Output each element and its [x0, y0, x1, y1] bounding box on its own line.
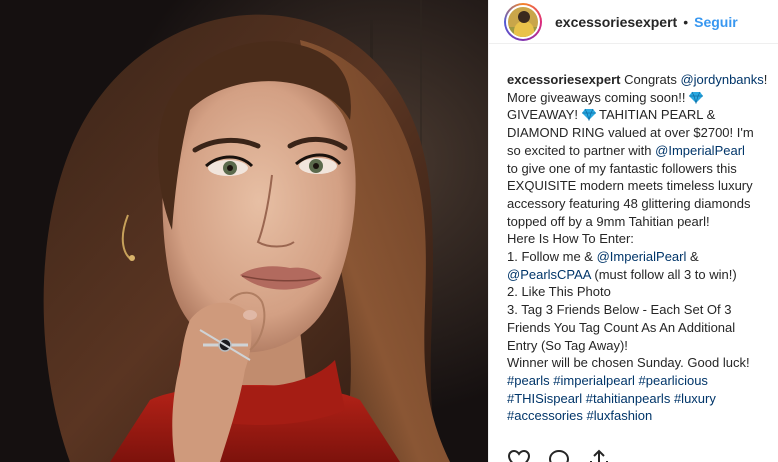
instagram-post-window: excessoriesexpert • Seguir excessoriesex… — [0, 0, 778, 462]
caption-line: 2. Like This Photo — [507, 284, 611, 300]
hashtag-link[interactable]: #luxury — [674, 391, 716, 406]
hashtag-link[interactable]: #pearls — [507, 373, 550, 388]
portrait-image — [0, 0, 488, 462]
follow-button[interactable]: Seguir — [694, 14, 738, 30]
caption-line: Here Is How To Enter: — [507, 231, 634, 247]
caption-line: 3. Tag 3 Friends Below - Each Set Of 3 — [507, 302, 732, 318]
hashtag-link[interactable]: #luxfashion — [587, 408, 653, 423]
separator-dot: • — [683, 13, 689, 30]
caption-text: Congrats — [620, 72, 681, 87]
mention-jordynbanks[interactable]: @jordynbanks — [680, 72, 763, 87]
caption-line: to give one of my fantastic followers th… — [507, 160, 737, 176]
hashtag-line: #accessories #luxfashion — [507, 407, 773, 425]
caption-line: accessory featuring 48 glittering diamon… — [507, 195, 751, 211]
caption-username-link[interactable]: excessoriesexpert — [507, 72, 620, 87]
heart-icon[interactable] — [507, 448, 531, 462]
caption-text: 1. Follow me & — [507, 249, 597, 265]
avatar-image — [506, 4, 540, 39]
caption-line: 1. Follow me & @ImperialPearl & — [507, 248, 773, 266]
hashtag-link[interactable]: #THISispearl — [507, 391, 582, 406]
caption-line: Entry (So Tag Away)! — [507, 337, 628, 353]
caption-text: so excited to partner with — [507, 142, 656, 158]
caption-text: ! — [763, 72, 768, 87]
mention-imperialpearl[interactable]: @ImperialPearl — [597, 249, 687, 264]
post-details-panel: excessoriesexpert • Seguir excessoriesex… — [488, 0, 778, 462]
caption-line: Winner will be chosen Sunday. Good luck! — [507, 355, 750, 371]
caption-line: excessoriesexpert Congrats @jordynbanks! — [507, 71, 773, 89]
share-icon[interactable] — [587, 448, 611, 462]
caption-text: GIVEAWAY! — [507, 107, 582, 123]
post-actions — [507, 448, 611, 462]
caption-line: GIVEAWAY! TAHITIAN PEARL & — [507, 106, 773, 124]
comment-icon[interactable] — [547, 448, 571, 462]
mention-pearlscpaa[interactable]: @PearlsCPAA — [507, 267, 591, 282]
caption-line: More giveaways coming soon!! — [507, 89, 773, 107]
caption-line: DIAMOND RING valued at over $2700! I'm — [507, 125, 754, 141]
post-username-link[interactable]: excessoriesexpert — [555, 14, 677, 30]
hashtag-link[interactable]: #accessories — [507, 408, 583, 423]
avatar[interactable] — [504, 2, 542, 41]
caption-text: More giveaways coming soon!! — [507, 89, 690, 105]
hashtag-link[interactable]: #imperialpearl — [553, 373, 635, 388]
caption-line: topped off by a 9mm Tahitian pearl! — [507, 213, 710, 229]
post-caption: excessoriesexpert Congrats @jordynbanks!… — [507, 71, 773, 425]
hashtag-line: #pearls #imperialpearl #pearlicious — [507, 372, 773, 390]
post-photo[interactable] — [0, 0, 488, 462]
hashtag-line: #THISispearl #tahitianpearls #luxury — [507, 390, 773, 408]
gem-stone-icon — [581, 109, 596, 122]
caption-text: TAHITIAN PEARL & — [595, 107, 716, 123]
caption-line: Friends You Tag Count As An Additional — [507, 319, 736, 335]
caption-line: @PearlsCPAA (must follow all 3 to win!) — [507, 266, 773, 284]
post-header: excessoriesexpert • Seguir — [489, 0, 778, 44]
hashtag-link[interactable]: #pearlicious — [639, 373, 708, 388]
hashtag-link[interactable]: #tahitianpearls — [586, 391, 671, 406]
caption-text: & — [686, 249, 699, 265]
gem-stone-icon — [689, 91, 704, 104]
caption-line: EXQUISITE modern meets timeless luxury — [507, 178, 753, 194]
mention-imperialpearl[interactable]: @ImperialPearl — [655, 143, 745, 158]
caption-text: (must follow all 3 to win!) — [590, 266, 737, 282]
caption-line: so excited to partner with @ImperialPear… — [507, 142, 773, 160]
